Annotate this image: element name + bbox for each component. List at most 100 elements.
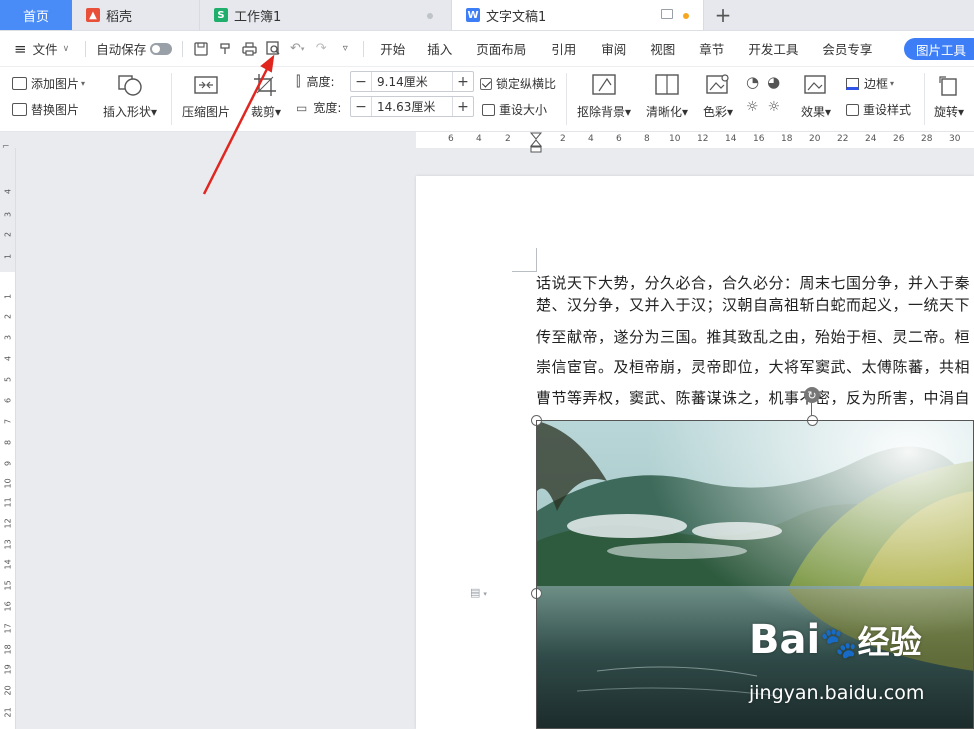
compress-picture-button[interactable]: 压缩图片	[182, 73, 230, 120]
rotate-icon	[939, 76, 957, 96]
resize-handle-top[interactable]	[807, 415, 818, 426]
toggle-switch[interactable]	[150, 42, 173, 55]
ruler-tick: 20	[3, 685, 13, 696]
menu-insert[interactable]: 插入	[415, 39, 464, 58]
tab-home[interactable]: 首页	[0, 0, 72, 30]
ruler-tick: 15	[3, 580, 13, 591]
ruler-tick: 3	[3, 334, 13, 341]
shape-icon	[118, 75, 142, 96]
resize-handle-top-left[interactable]	[531, 415, 542, 426]
more-icon[interactable]: ▿	[333, 38, 357, 60]
increase-contrast-icon[interactable]: ◔	[746, 73, 759, 91]
ruler-tick: 2	[3, 231, 13, 238]
document-line[interactable]: 曹节等弄权，窦武、陈蕃谋诛之，机事不密，反为所害，中涓自	[536, 387, 974, 408]
height-stepper[interactable]: − 9.14厘米 +	[350, 71, 474, 92]
indent-marker-icon[interactable]	[529, 132, 543, 154]
border-button[interactable]: 边框 ▾	[846, 75, 894, 92]
add-picture-button[interactable]: 添加图片 ▾	[12, 75, 85, 92]
effects-icon	[804, 75, 826, 94]
increase-brightness-icon[interactable]: ☼	[746, 99, 759, 115]
tab-workbook[interactable]: S 工作簿1	[200, 0, 452, 30]
height-decrease-button[interactable]: −	[351, 74, 371, 90]
rotate-label: 旋转▾	[934, 105, 965, 119]
height-input[interactable]: 9.14厘米	[371, 72, 453, 91]
daoke-icon: ▲	[86, 8, 100, 22]
ruler-tick: 6	[3, 397, 13, 404]
file-menu-label: 文件	[32, 42, 58, 57]
resize-handle-left[interactable]	[531, 588, 542, 599]
picture-tools-tab[interactable]: 图片工具	[903, 38, 974, 60]
redo-icon[interactable]: ↷	[309, 38, 333, 60]
remove-background-button[interactable]: 抠除背景▾	[577, 73, 631, 120]
selected-picture[interactable]: Bai🐾经验 jingyan.baidu.com	[537, 421, 974, 729]
rotate-button[interactable]: 旋转▾	[934, 73, 964, 120]
effects-label: 效果▾	[801, 105, 832, 119]
watermark-logo: Bai🐾经验	[749, 617, 922, 663]
menu-developer[interactable]: 开发工具	[736, 39, 810, 58]
autosave-toggle[interactable]: 自动保存	[92, 39, 176, 58]
menu-member[interactable]: 会员专享	[810, 39, 884, 58]
divider	[85, 40, 87, 57]
reset-size-button[interactable]: 重设大小	[482, 101, 547, 118]
menu-references[interactable]: 引用	[538, 39, 589, 58]
width-stepper[interactable]: − 14.63厘米 +	[350, 96, 474, 117]
ruler-tick: 11	[3, 497, 13, 508]
menu-view[interactable]: 视图	[638, 39, 687, 58]
paragraph-layout-icon[interactable]: ▤ ▾	[470, 586, 487, 599]
decrease-contrast-icon[interactable]: ◕	[767, 73, 780, 91]
format-painter-icon[interactable]	[213, 38, 237, 60]
brightness-contrast-group: ◔ ◕	[746, 73, 780, 91]
width-label: 宽度:	[313, 101, 342, 115]
height-increase-button[interactable]: +	[453, 74, 473, 90]
menu-home[interactable]: 开始	[370, 39, 415, 58]
ruler-tick: 22	[837, 134, 849, 144]
rotate-handle-icon[interactable]: ↻	[804, 387, 820, 403]
file-menu[interactable]: ≡ 文件 ∨	[0, 39, 79, 58]
tab-status-dot	[427, 13, 433, 19]
ruler-tick: 1	[3, 293, 13, 300]
tab-bar: 首页 ▲ 稻壳 S 工作簿1 W 文字文稿1 +	[0, 0, 974, 31]
reset-style-button[interactable]: 重设样式	[846, 101, 911, 118]
undo-icon[interactable]: ↶ ▾	[285, 38, 309, 60]
tab-document[interactable]: W 文字文稿1	[452, 0, 704, 30]
clarify-button[interactable]: 清晰化▾	[646, 73, 688, 120]
lock-ratio-checkbox[interactable]: 锁定纵横比	[480, 75, 556, 92]
replace-picture-button[interactable]: 替换图片	[12, 101, 79, 118]
document-line[interactable]: 传至献帝，遂分为三国。推其致乱之由，殆始于桓、灵二帝。桓	[536, 326, 974, 347]
checkbox-icon[interactable]	[480, 77, 492, 90]
ruler-tick: 18	[3, 644, 13, 655]
document-line[interactable]: 崇信宦官。及桓帝崩，灵帝即位，大将军窦武、太傅陈蕃，共相	[536, 356, 974, 377]
remove-background-icon	[592, 74, 616, 95]
save-icon[interactable]	[189, 38, 213, 60]
insert-shape-button[interactable]: 插入形状▾	[103, 73, 157, 120]
ruler-tick: 16	[3, 601, 13, 612]
tab-daoke[interactable]: ▲ 稻壳	[72, 0, 200, 30]
divider	[182, 40, 184, 57]
ruler-tick: 4	[476, 134, 482, 144]
effects-button[interactable]: 效果▾	[801, 73, 831, 120]
width-input[interactable]: 14.63厘米	[371, 97, 453, 116]
ruler-tick: 21	[3, 707, 13, 718]
menu-section[interactable]: 章节	[687, 39, 736, 58]
ruler-tick: 6	[448, 134, 454, 144]
crop-button[interactable]: 裁剪▾	[251, 73, 281, 120]
hamburger-icon: ≡	[14, 39, 27, 58]
width-increase-button[interactable]: +	[453, 99, 473, 115]
print-icon[interactable]	[237, 38, 261, 60]
menu-page-layout[interactable]: 页面布局	[464, 39, 538, 58]
tab-document-label: 文字文稿1	[486, 9, 547, 25]
menu-review[interactable]: 审阅	[589, 39, 638, 58]
width-decrease-button[interactable]: −	[351, 99, 371, 115]
caret-icon: ▾	[890, 79, 895, 88]
monitor-icon[interactable]	[661, 9, 673, 19]
document-line[interactable]: 话说天下大势，分久必合，合久必分：周末七国分争，并入于秦	[536, 272, 974, 293]
decrease-brightness-icon[interactable]: ☼	[768, 99, 781, 115]
color-button[interactable]: 色彩▾	[703, 73, 733, 120]
horizontal-ruler[interactable]: 6 4 2 2 4 6 8 10 12 14 16 18 20 22 24 26…	[0, 132, 974, 153]
document-line[interactable]: 楚、汉分争，又并入于汉；汉朝自高祖斩白蛇而起义，一统天下	[536, 294, 974, 315]
height-icon: ⫿	[296, 73, 301, 90]
add-tab-button[interactable]: +	[704, 0, 742, 30]
reset-size-icon	[482, 103, 495, 116]
print-preview-icon[interactable]	[261, 38, 285, 60]
width-control: ▭ 宽度:	[296, 99, 341, 116]
